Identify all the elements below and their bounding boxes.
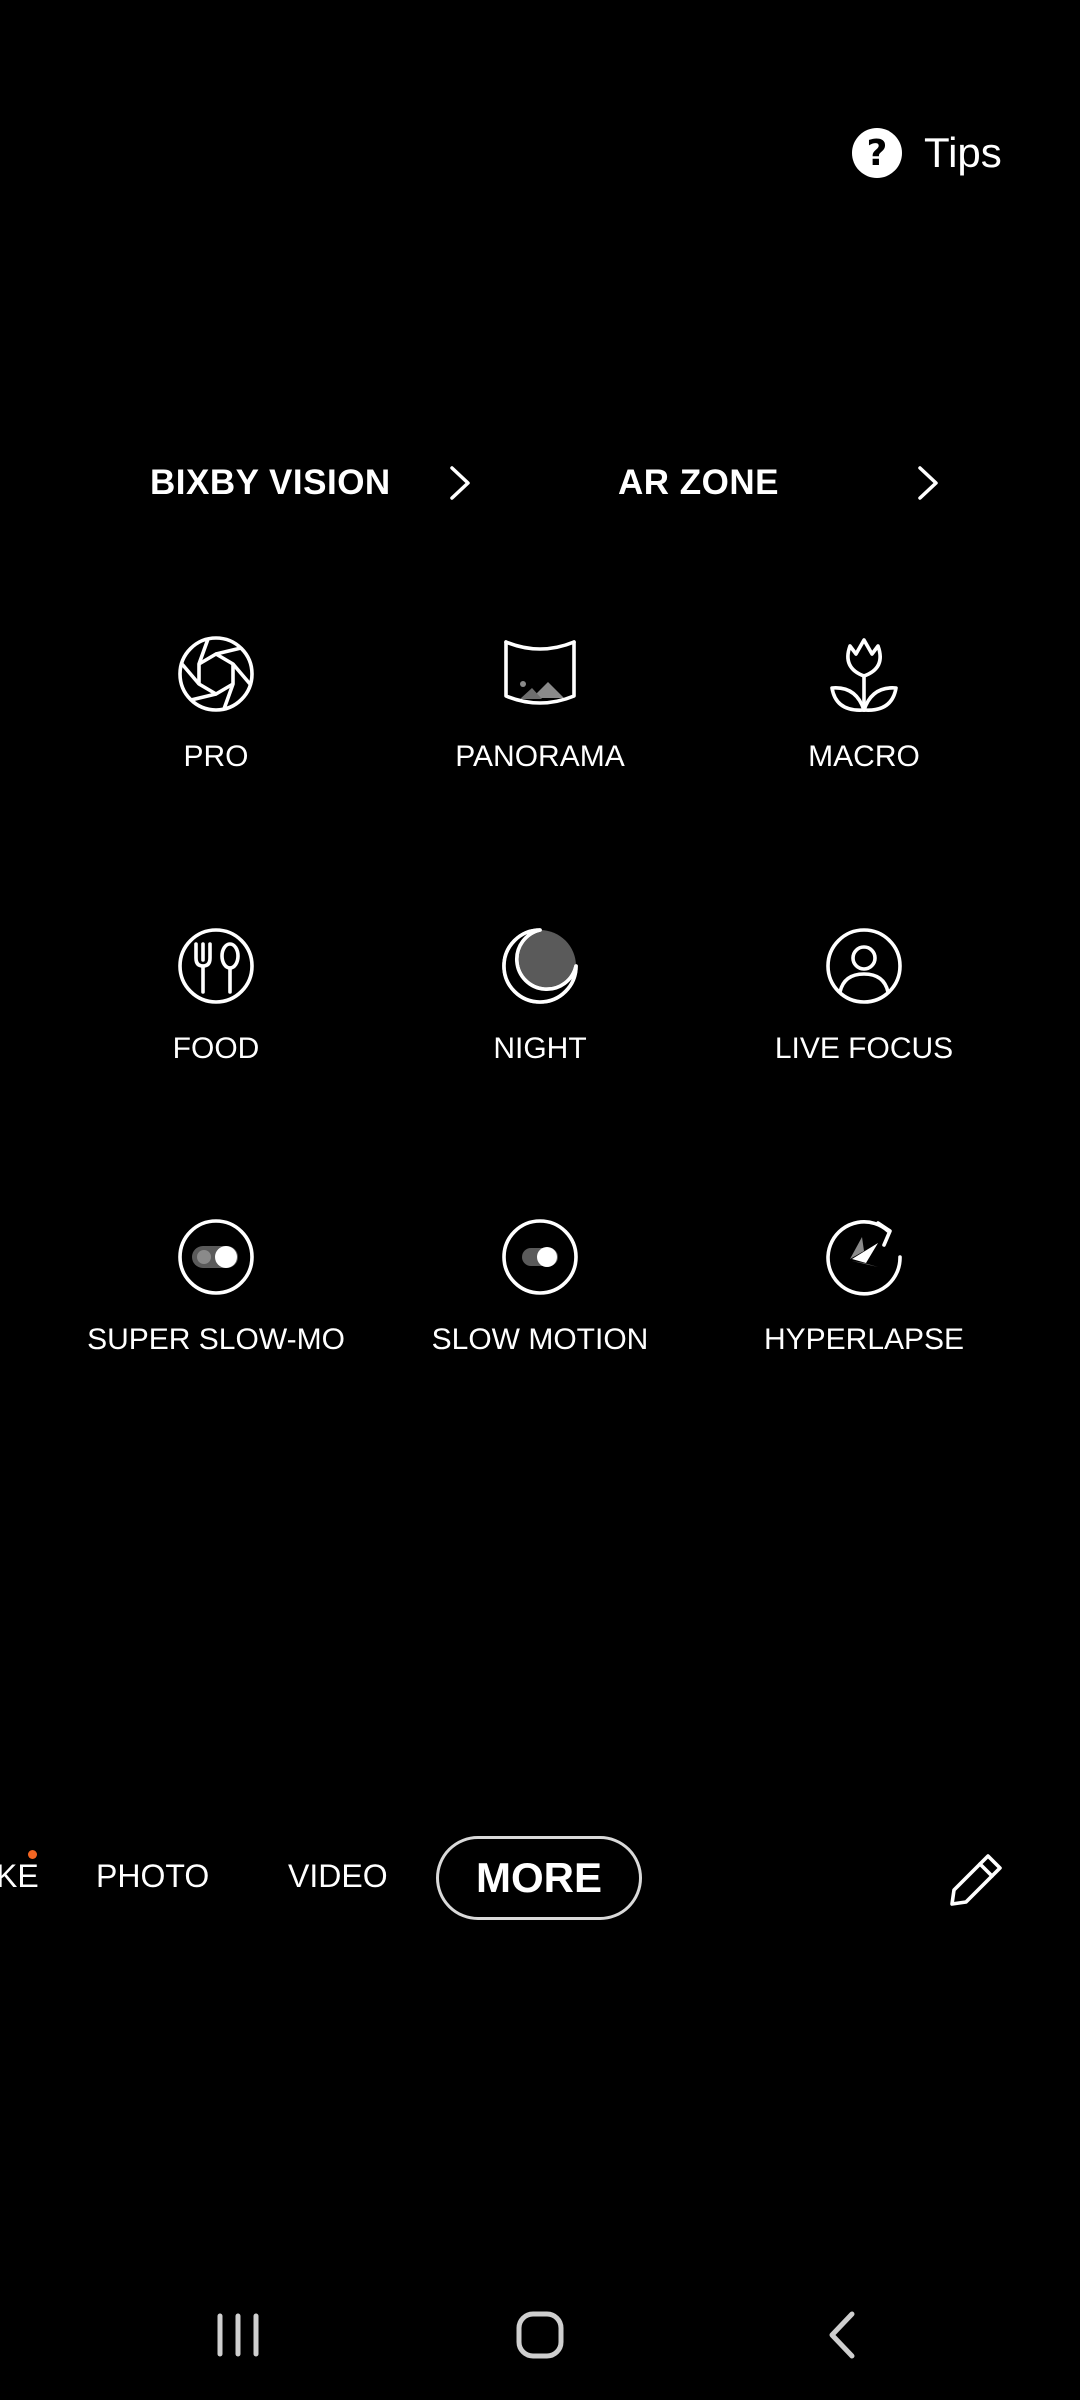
chevron-right-icon [918,466,938,500]
bixby-vision-link[interactable]: BIXBY VISION [150,450,470,516]
flower-icon [830,638,898,712]
mode-live-focus[interactable]: LIVE FOCUS [702,924,1026,1114]
mode-label: NIGHT [493,1032,587,1065]
panorama-icon [504,640,576,705]
pencil-icon[interactable] [944,1848,1008,1912]
slow-motion-icon [502,1219,578,1295]
mode-tab-more[interactable]: MORE [436,1836,642,1920]
super-slow-mo-icon [178,1219,254,1295]
recents-icon[interactable] [188,2300,288,2370]
mode-tab-photo[interactable]: PHOTO [96,1858,209,1895]
mode-label: PANORAMA [455,740,625,773]
back-icon[interactable] [792,2300,892,2370]
mode-label: HYPERLAPSE [763,1323,965,1356]
hyperlapse-icon [826,1220,902,1296]
mode-label: SUPER SLOW-MO [87,1323,345,1356]
home-icon[interactable] [490,2300,590,2370]
aperture-icon [178,636,254,712]
mode-hyperlapse[interactable]: HYPERLAPSE [702,1215,1026,1405]
mode-label: PRO [183,740,249,773]
mode-label: MACRO [808,740,920,773]
ar-zone-label: AR ZONE [618,463,779,502]
fork-spoon-icon [178,928,254,1004]
chevron-right-icon [450,466,470,500]
mode-food[interactable]: FOOD [54,924,378,1114]
mode-super-slow-mo[interactable]: SUPER SLOW-MO [54,1215,378,1405]
help-circle-icon: ? [852,128,902,178]
tips-label: Tips [924,129,1002,176]
notification-dot [28,1850,37,1859]
mode-label: FOOD [172,1032,260,1065]
bixby-vision-label: BIXBY VISION [150,463,391,502]
mode-panorama[interactable]: PANORAMA [378,632,702,822]
mode-pro[interactable]: PRO [54,632,378,822]
mode-label: SLOW MOTION [431,1323,649,1356]
portrait-icon [826,928,902,1004]
ar-zone-link[interactable]: AR ZONE [618,450,938,516]
tips-button[interactable]: ? Tips [852,120,1002,186]
mode-macro[interactable]: MACRO [702,632,1026,822]
mode-night[interactable]: NIGHT [378,924,702,1114]
mode-label: LIVE FOCUS [774,1032,954,1065]
mode-slow-motion[interactable]: SLOW MOTION [378,1215,702,1405]
mode-tab-partial[interactable]: KE [0,1858,39,1895]
mode-tab-video[interactable]: VIDEO [288,1858,388,1895]
camera-mode-bar: KE PHOTO VIDEO MORE [0,1830,1080,1930]
moon-icon [502,928,578,1004]
